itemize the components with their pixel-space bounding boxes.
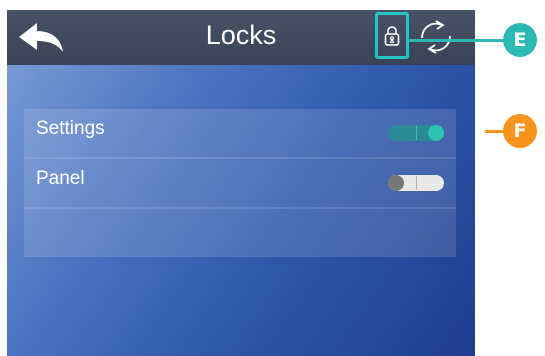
panel-row-label: Panel bbox=[36, 168, 85, 189]
padlock-icon bbox=[384, 26, 400, 46]
callout-f-line bbox=[485, 130, 505, 133]
callout-e-badge: E bbox=[503, 23, 537, 57]
settings-toggle[interactable] bbox=[388, 125, 444, 141]
settings-row[interactable]: Settings bbox=[24, 109, 456, 157]
settings-panel: Settings Panel bbox=[24, 109, 456, 257]
settings-row-label: Settings bbox=[36, 118, 105, 139]
callout-f-badge: F bbox=[503, 114, 537, 148]
app-screen: Locks Settings Panel bbox=[7, 10, 475, 356]
callout-e-line bbox=[408, 39, 508, 42]
refresh-icon bbox=[421, 20, 451, 54]
toggle-divider bbox=[416, 176, 417, 190]
panel-row[interactable]: Panel bbox=[24, 159, 456, 207]
panel-toggle[interactable] bbox=[388, 175, 444, 191]
toggle-divider bbox=[416, 126, 417, 140]
empty-row bbox=[24, 209, 456, 257]
toggle-knob bbox=[388, 175, 404, 191]
header-bar: Locks bbox=[7, 10, 475, 65]
refresh-button[interactable] bbox=[414, 16, 458, 58]
lock-button[interactable] bbox=[375, 12, 409, 59]
toggle-knob bbox=[428, 125, 444, 141]
